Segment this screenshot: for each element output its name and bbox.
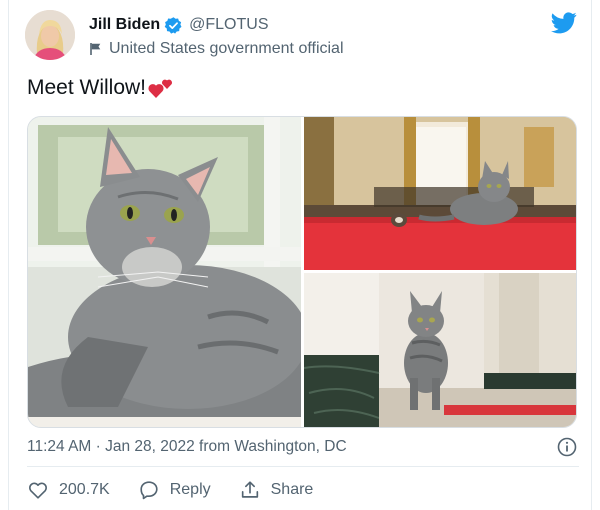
share-button[interactable]: Share: [239, 479, 314, 501]
author-handle[interactable]: @FLOTUS: [189, 16, 268, 34]
reply-label: Reply: [169, 481, 211, 498]
cat-on-red-carpet-photo[interactable]: [304, 117, 576, 270]
avatar[interactable]: [25, 10, 75, 60]
share-icon: [241, 481, 258, 498]
author-names: Jill Biden @FLOTUS United States governm…: [89, 14, 344, 60]
verified-badge-icon: [164, 16, 182, 34]
tweet-header: Jill Biden @FLOTUS United States governm…: [25, 10, 577, 62]
author-display-name[interactable]: Jill Biden: [89, 16, 160, 34]
tweet-card: Jill Biden @FLOTUS United States governm…: [8, 0, 592, 510]
flag-icon: [90, 43, 101, 55]
tweet-text: Meet Willow!: [27, 76, 174, 100]
divider: [27, 466, 579, 467]
reply-button[interactable]: Reply: [138, 479, 211, 501]
cat-on-windowsill-photo[interactable]: [28, 117, 301, 427]
tweet-timestamp[interactable]: 11:24 AM · Jan 28, 2022 from Washington,…: [27, 438, 347, 456]
heart-icon: [28, 482, 48, 499]
government-label-text: United States government official: [109, 40, 344, 57]
share-label: Share: [270, 481, 314, 498]
info-icon[interactable]: [557, 437, 577, 457]
tweet-meta: 11:24 AM · Jan 28, 2022 from Washington,…: [27, 434, 579, 460]
media-grid: [27, 116, 577, 428]
like-button[interactable]: 200.7K: [27, 479, 110, 501]
reply-icon: [140, 481, 158, 500]
tweet-actions: 200.7K Reply Share: [27, 476, 341, 504]
twitter-bird-icon[interactable]: [551, 12, 577, 34]
tweet-text-content: Meet Willow!: [27, 76, 147, 99]
government-label: United States government official: [89, 38, 344, 60]
like-count: 200.7K: [59, 481, 110, 498]
cat-walking-hallway-photo[interactable]: [304, 273, 576, 427]
two-hearts-icon: [148, 79, 173, 98]
